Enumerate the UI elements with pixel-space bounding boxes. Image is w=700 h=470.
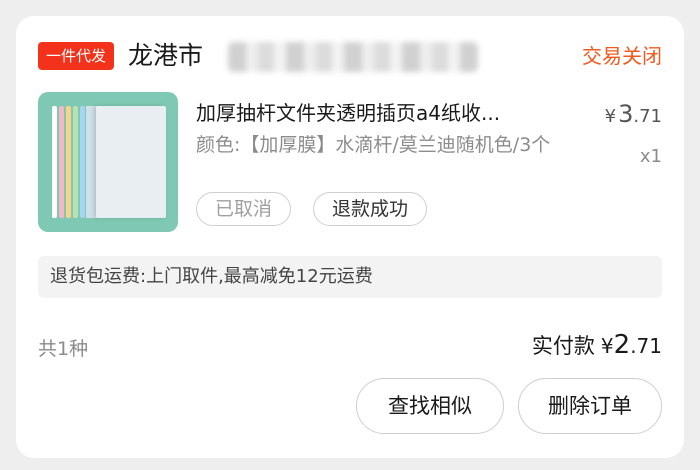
thumbnail-rod: [80, 106, 85, 218]
product-quantity: x1: [639, 146, 662, 167]
paid-decimal: .71: [630, 334, 662, 358]
refund-success-tag[interactable]: 退款成功: [313, 192, 428, 226]
cancelled-tag: 已取消: [196, 192, 292, 226]
return-shipping-policy: 退货包运费:上门取件,最高减免12元运费: [38, 256, 662, 298]
thumbnail-rod: [59, 106, 64, 218]
order-card[interactable]: 一件代发 龙港市 交易关闭 加厚抽杆文件夹透明插页a4纸收... ¥3.71 颜…: [16, 16, 684, 458]
redacted-shop-name: [228, 42, 478, 72]
price-symbol: ¥: [604, 106, 617, 127]
product-thumbnail[interactable]: [38, 92, 178, 232]
thumbnail-rod: [52, 106, 57, 218]
product-spec: 颜色:【加厚膜】水滴杆/莫兰迪随机色/3个: [196, 134, 551, 156]
paid-label: 实付款: [531, 334, 595, 358]
unit-price: ¥3.71: [605, 100, 662, 131]
find-similar-button[interactable]: 查找相似: [356, 378, 504, 434]
item-count: 共1种: [38, 338, 89, 360]
order-status: 交易关闭: [582, 44, 662, 68]
thumbnail-sheet: [96, 106, 166, 218]
product-title[interactable]: 加厚抽杆文件夹透明插页a4纸收...: [196, 98, 576, 128]
delete-order-button[interactable]: 删除订单: [518, 378, 662, 434]
paid-amount: 实付款 ¥2.71: [532, 330, 662, 360]
paid-symbol: ¥: [600, 334, 614, 358]
shop-name[interactable]: 龙港市: [128, 38, 203, 74]
paid-integer: 2: [613, 330, 631, 360]
price-decimal: .71: [633, 106, 662, 127]
price-integer: 3: [618, 100, 634, 128]
dropship-badge: 一件代发: [38, 42, 115, 70]
thumbnail-rod: [66, 106, 71, 218]
thumbnail-sheet-edge: [86, 106, 96, 218]
thumbnail-rod: [73, 106, 78, 218]
